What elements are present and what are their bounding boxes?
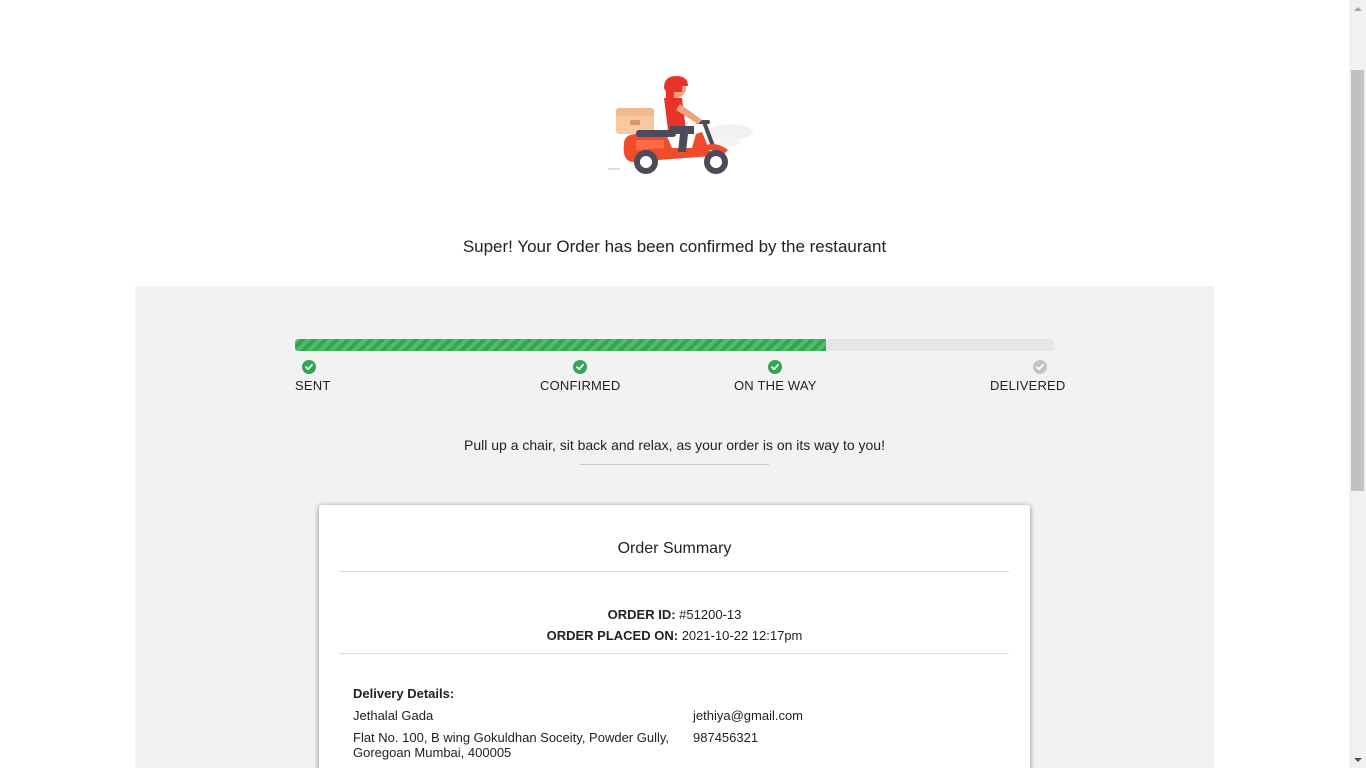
delivery-contact-column: jethiya@gmail.com 987456321 [693,708,803,745]
order-placed-value: 2021-10-22 12:17pm [681,628,803,643]
step-label: ON THE WAY [734,378,817,393]
step-delivered: DELIVERED [990,360,1066,393]
scrollbar-thumb[interactable] [1351,70,1364,491]
status-message: Pull up a chair, sit back and relax, as … [464,437,885,453]
tracking-panel: SENT CONFIRMED ON THE WAY DELIVERED Pull… [135,286,1214,768]
customer-email: jethiya@gmail.com [693,708,804,723]
divider [339,653,1009,654]
order-id-value: #51200-13 [679,607,742,622]
scroll-down-arrow-icon[interactable] [1349,751,1366,768]
step-label: DELIVERED [990,378,1066,393]
page-scrollbar[interactable] [1349,0,1366,768]
order-progress-bar [295,339,1054,351]
customer-name: Jethalal Gada [353,708,434,723]
step-sent: SENT [295,360,330,393]
check-circle-icon [573,360,588,374]
delivery-scooter-icon [608,76,753,174]
customer-address: Flat No. 100, B wing Gokuldhan Soceity, … [353,730,670,760]
order-progress-fill [295,339,827,351]
order-summary-card: Order Summary ORDER ID: #51200-13 ORDER … [319,505,1030,768]
step-on-the-way: ON THE WAY [734,360,817,393]
step-confirmed: CONFIRMED [540,360,621,393]
check-circle-icon [1032,360,1047,374]
order-summary-title: Order Summary [617,540,732,557]
order-id-label: ORDER ID: [607,607,676,622]
delivery-address-column: Jethalal Gada Flat No. 100, B wing Gokul… [353,708,673,760]
confirmation-headline: Super! Your Order has been confirmed by … [462,237,887,256]
delivery-details: Delivery Details: [353,686,454,707]
order-tracking-page: Super! Your Order has been confirmed by … [0,0,1349,768]
customer-phone: 987456321 [693,730,759,745]
hero-section: Super! Your Order has been confirmed by … [0,0,1349,286]
order-id-row: ORDER ID: #51200-13 [319,604,1030,625]
step-label: CONFIRMED [540,378,621,393]
check-circle-icon [302,360,316,374]
divider [339,571,1009,572]
step-label: SENT [295,378,331,393]
order-meta: ORDER ID: #51200-13 ORDER PLACED ON: 202… [319,604,1030,646]
divider [580,464,769,465]
order-placed-row: ORDER PLACED ON: 2021-10-22 12:17pm [319,625,1030,646]
check-circle-icon [768,360,783,374]
order-placed-label: ORDER PLACED ON: [546,628,679,643]
delivery-details-title: Delivery Details: [353,686,455,701]
scroll-up-arrow-icon[interactable] [1349,0,1366,17]
